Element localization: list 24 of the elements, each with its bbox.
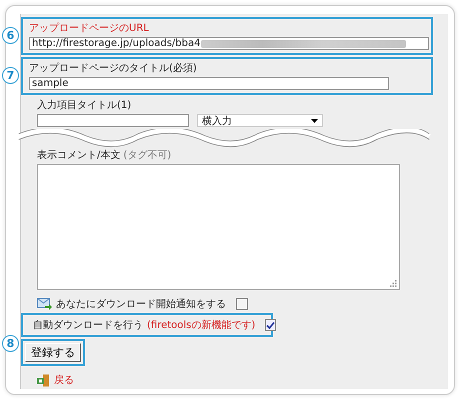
- field-label: アップロードページのタイトル(必須): [29, 62, 198, 75]
- back-link[interactable]: 戻る: [54, 373, 74, 387]
- field-label: 入力項目タイトル(1): [37, 98, 132, 112]
- resize-grip-icon: [390, 280, 397, 287]
- callout-number: 6: [2, 27, 19, 44]
- mail-icon: [37, 298, 52, 310]
- input-field[interactable]: [37, 114, 189, 127]
- feature-note: (firetoolsの新機能です): [147, 318, 256, 332]
- title-field[interactable]: sample: [29, 77, 389, 90]
- field-label: 表示コメント/本文: [37, 148, 120, 162]
- submit-button[interactable]: 登録する: [25, 343, 81, 362]
- callout-number: 8: [2, 335, 19, 352]
- dropdown[interactable]: 横入力: [197, 114, 323, 127]
- option-label: あなたにダウンロード開始通知をする: [56, 298, 226, 311]
- exit-door-icon: [37, 374, 50, 386]
- hint-text: (タグ不可): [123, 149, 172, 162]
- callout-number: 7: [2, 67, 19, 84]
- checkbox[interactable]: [265, 319, 276, 331]
- comment-field[interactable]: [37, 164, 400, 290]
- option-label: 自動ダウンロードを行う: [33, 319, 143, 332]
- checkbox[interactable]: [236, 298, 248, 310]
- caret-icon: [311, 118, 318, 122]
- field-label: アップロードページのURL: [29, 22, 150, 35]
- url-field[interactable]: http://firestorage.jp/uploads/bba4: [29, 37, 429, 50]
